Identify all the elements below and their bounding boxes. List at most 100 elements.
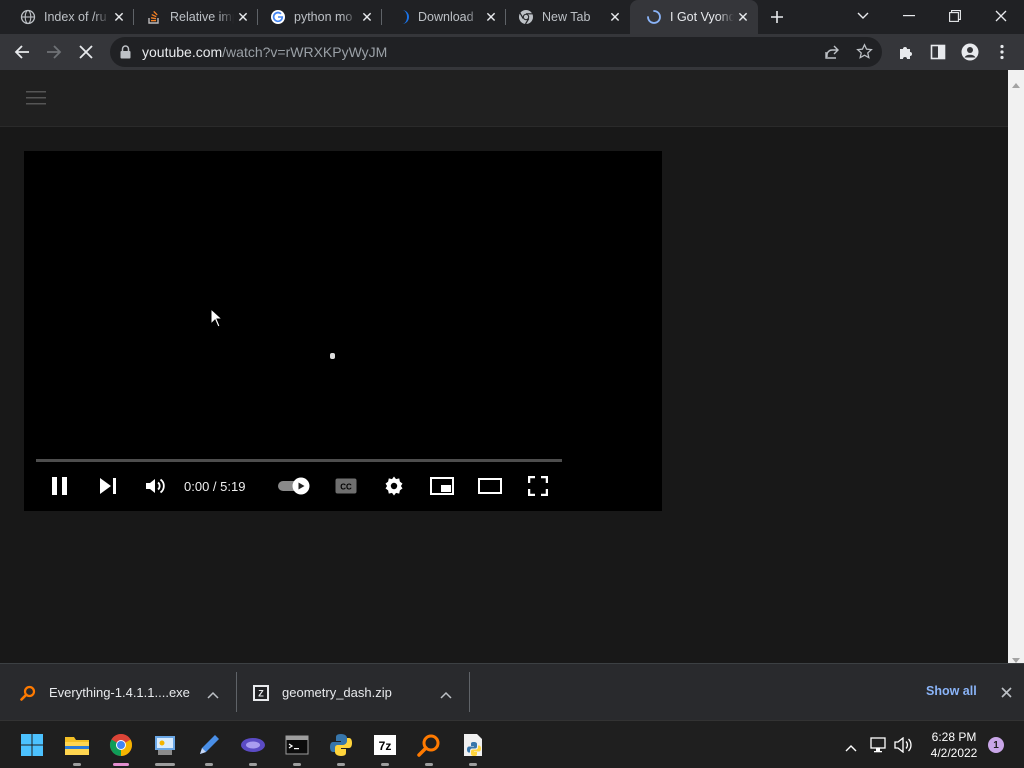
taskbar-everything[interactable] bbox=[413, 729, 445, 766]
side-panel-button[interactable] bbox=[924, 38, 952, 66]
chevron-up-icon[interactable] bbox=[440, 687, 452, 702]
url-text[interactable]: youtube.com/watch?v=rWRXKPyWyJM bbox=[142, 44, 387, 60]
python-icon bbox=[330, 734, 352, 756]
download-filename: geometry_dash.zip bbox=[282, 685, 392, 700]
tab-strip: Index of /ru ✕ Relative imp ✕ python mo … bbox=[0, 0, 1024, 34]
tab-new-tab[interactable]: New Tab ✕ bbox=[502, 0, 630, 34]
back-button[interactable] bbox=[8, 38, 36, 66]
download-separator bbox=[236, 672, 237, 712]
control-panel-icon bbox=[155, 736, 175, 755]
restore-icon bbox=[949, 10, 961, 22]
minimize-button[interactable] bbox=[886, 0, 932, 32]
tab-close-icon[interactable]: ✕ bbox=[606, 8, 624, 26]
volume-button[interactable] bbox=[142, 473, 168, 499]
stop-loading-button[interactable] bbox=[72, 38, 100, 66]
page-scrollbar[interactable] bbox=[1008, 70, 1024, 663]
7zip-icon: 7z bbox=[374, 735, 396, 755]
web-page: 0:00 / 5:19 CC bbox=[0, 70, 1008, 663]
download-item[interactable]: Z geometry_dash.zip bbox=[252, 664, 462, 721]
running-indicator bbox=[249, 763, 257, 766]
tab-relative-imports[interactable]: Relative imp ✕ bbox=[130, 0, 258, 34]
restore-button[interactable] bbox=[932, 0, 978, 32]
show-hidden-icons-chevron-icon[interactable] bbox=[845, 739, 857, 757]
tab-title: I Got Vyond bbox=[670, 10, 734, 24]
pause-button[interactable] bbox=[48, 473, 72, 499]
system-clock[interactable]: 6:28 PM 4/2/2022 bbox=[924, 729, 984, 761]
taskbar-7zip[interactable]: 7z bbox=[369, 729, 401, 766]
fullscreen-icon bbox=[528, 476, 548, 496]
gear-icon bbox=[385, 476, 403, 496]
theater-mode-icon bbox=[478, 478, 502, 494]
subtitles-button[interactable]: CC bbox=[332, 473, 360, 499]
running-indicator bbox=[337, 763, 345, 766]
next-button[interactable] bbox=[96, 473, 120, 499]
miniplayer-button[interactable] bbox=[428, 473, 456, 499]
taskbar-pen-app[interactable] bbox=[193, 729, 225, 766]
forward-button[interactable] bbox=[40, 38, 68, 66]
video-player[interactable]: 0:00 / 5:19 CC bbox=[24, 151, 662, 511]
tab-close-icon[interactable]: ✕ bbox=[358, 8, 376, 26]
tab-close-icon[interactable]: ✕ bbox=[234, 8, 252, 26]
taskbar-chrome[interactable] bbox=[105, 729, 137, 766]
url-path: /watch?v=rWRXKPyWyJM bbox=[222, 44, 388, 60]
taskbar-python-launcher[interactable] bbox=[457, 729, 489, 766]
svg-text:7z: 7z bbox=[379, 739, 392, 753]
taskbar-vpn-app[interactable] bbox=[237, 729, 269, 766]
tab-active-video[interactable]: I Got Vyond ✕ bbox=[630, 0, 758, 34]
theater-mode-button[interactable] bbox=[476, 473, 504, 499]
download-filename: Everything-1.4.1.1....exe bbox=[49, 685, 190, 700]
folder-icon bbox=[65, 737, 89, 755]
tab-index-of[interactable]: Index of /ru ✕ bbox=[4, 0, 134, 34]
notification-badge[interactable]: 1 bbox=[988, 737, 1004, 753]
side-panel-icon bbox=[930, 44, 946, 60]
skip-next-icon bbox=[100, 478, 116, 494]
new-tab-button[interactable] bbox=[765, 6, 789, 28]
tab-python-modules[interactable]: python mo ✕ bbox=[254, 0, 382, 34]
share-icon[interactable] bbox=[824, 44, 840, 65]
lock-icon[interactable] bbox=[120, 45, 131, 64]
close-icon bbox=[995, 10, 1007, 22]
chrome-menu-button[interactable] bbox=[988, 38, 1016, 66]
autoplay-toggle[interactable] bbox=[276, 473, 314, 499]
tab-search-button[interactable] bbox=[840, 0, 886, 32]
extensions-button[interactable] bbox=[892, 38, 920, 66]
hamburger-menu-icon[interactable] bbox=[26, 91, 46, 110]
close-window-button[interactable] bbox=[978, 0, 1024, 32]
downloads-bar: Everything-1.4.1.1....exe Z geometry_das… bbox=[0, 663, 1024, 720]
close-downloads-bar-button[interactable] bbox=[996, 682, 1016, 702]
network-icon[interactable] bbox=[870, 737, 888, 758]
kebab-menu-icon bbox=[1000, 44, 1004, 60]
running-indicator bbox=[205, 763, 213, 766]
progress-bar[interactable] bbox=[36, 459, 562, 462]
taskbar-terminal[interactable] bbox=[281, 729, 313, 766]
chrome-icon bbox=[518, 9, 534, 25]
fullscreen-button[interactable] bbox=[524, 473, 552, 499]
address-bar[interactable]: youtube.com/watch?v=rWRXKPyWyJM bbox=[110, 37, 882, 67]
bookmark-star-icon[interactable] bbox=[856, 43, 873, 65]
taskbar-control-panel[interactable] bbox=[149, 729, 181, 766]
download-item[interactable]: Everything-1.4.1.1....exe bbox=[20, 664, 230, 721]
tab-download[interactable]: Download ✕ bbox=[378, 0, 506, 34]
start-button[interactable] bbox=[16, 729, 48, 761]
show-all-downloads-link[interactable]: Show all bbox=[926, 684, 977, 698]
tab-close-icon[interactable]: ✕ bbox=[734, 8, 752, 26]
scroll-up-arrow-icon[interactable] bbox=[1012, 75, 1020, 93]
taskbar-python[interactable] bbox=[325, 729, 357, 766]
running-indicator bbox=[73, 763, 81, 766]
youtube-masthead bbox=[0, 70, 1008, 127]
python-launcher-icon bbox=[464, 734, 482, 756]
close-icon bbox=[1000, 686, 1012, 698]
settings-button[interactable] bbox=[380, 473, 408, 499]
time-display: 0:00 / 5:19 bbox=[184, 479, 246, 494]
taskbar-file-explorer[interactable] bbox=[61, 729, 93, 766]
windows-logo-icon bbox=[21, 734, 43, 756]
globe-icon bbox=[20, 9, 36, 25]
clock-time: 6:28 PM bbox=[931, 730, 977, 744]
chevron-up-icon[interactable] bbox=[207, 687, 219, 702]
volume-icon[interactable] bbox=[894, 736, 912, 758]
tab-close-icon[interactable]: ✕ bbox=[482, 8, 500, 26]
minimize-icon bbox=[903, 15, 915, 17]
running-indicator bbox=[425, 763, 433, 766]
tab-close-icon[interactable]: ✕ bbox=[110, 8, 128, 26]
profile-button[interactable] bbox=[956, 38, 984, 66]
